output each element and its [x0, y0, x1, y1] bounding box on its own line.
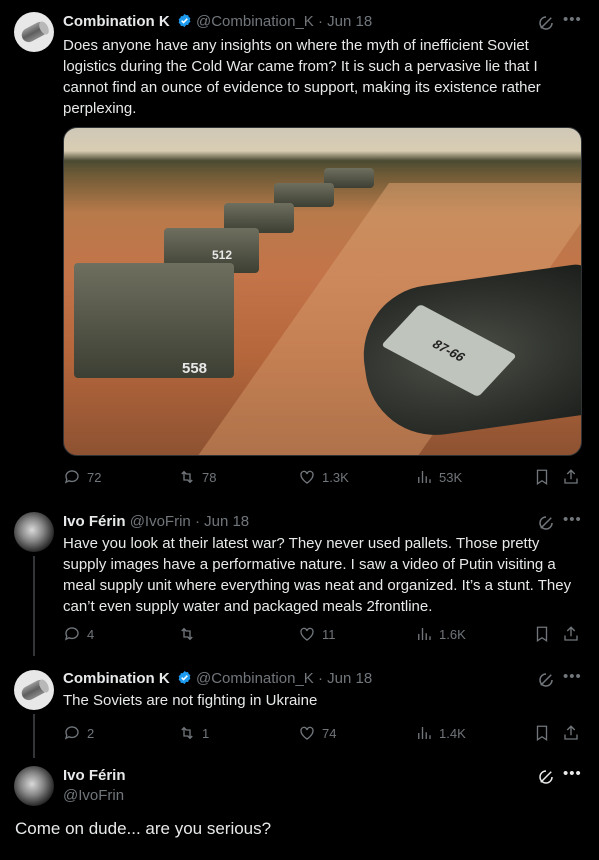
- tweet-text: The Soviets are not fighting in Ukraine: [63, 692, 318, 709]
- author-name[interactable]: Combination K: [63, 670, 170, 687]
- author-handle[interactable]: @IvoFrin: [63, 786, 126, 806]
- bookmark-icon[interactable]: [533, 724, 551, 742]
- action-bar: 72 78 1.3K 53K: [63, 468, 583, 488]
- view-count: 53K: [439, 469, 463, 485]
- reply-icon: [64, 726, 79, 740]
- grok-icon[interactable]: [537, 671, 555, 689]
- grok-icon[interactable]: [537, 514, 555, 532]
- repost-icon: [181, 470, 193, 484]
- more-icon[interactable]: •••: [563, 11, 582, 28]
- repost-icon: [181, 726, 193, 740]
- like-button[interactable]: 11: [298, 625, 336, 643]
- tweet-photo[interactable]: 512 558 87-66: [63, 127, 582, 456]
- reply-button[interactable]: 72: [63, 468, 101, 486]
- reply-button[interactable]: 4: [63, 625, 94, 643]
- tweet-header: Combination K @Combination_K · Jun 18: [63, 12, 372, 32]
- tweet-date[interactable]: Jun 18: [327, 13, 372, 30]
- views-button[interactable]: 1.4K: [415, 724, 466, 742]
- tweet-header: Combination K @Combination_K · Jun 18: [63, 669, 372, 689]
- views-button[interactable]: 53K: [415, 468, 462, 486]
- author-handle[interactable]: @IvoFrin: [130, 513, 191, 530]
- reply-count: 2: [87, 725, 95, 741]
- views-button[interactable]: 1.6K: [415, 625, 466, 643]
- repost-button[interactable]: 1: [178, 724, 209, 742]
- reply-count: 72: [87, 469, 102, 485]
- reply-text: Come on dude... are you serious?: [15, 819, 272, 838]
- author-name[interactable]: Ivo Férin: [63, 513, 126, 530]
- repost-icon: [181, 627, 193, 641]
- avatar[interactable]: [14, 512, 54, 552]
- repost-button[interactable]: 78: [178, 468, 216, 486]
- apc-number: 512: [212, 248, 233, 262]
- grok-icon[interactable]: [537, 768, 555, 786]
- view-count: 1.6K: [439, 626, 466, 642]
- view-count: 1.4K: [439, 725, 466, 741]
- author-block: Ivo Férin @IvoFrin: [63, 766, 126, 806]
- separator: ·: [317, 13, 323, 30]
- avatar[interactable]: [14, 670, 54, 710]
- heart-icon: [300, 470, 314, 484]
- like-count: 74: [322, 725, 337, 741]
- share-icon[interactable]: [562, 724, 580, 742]
- reply-button[interactable]: 2: [63, 724, 94, 742]
- reply-icon: [64, 470, 79, 484]
- tweet-date[interactable]: Jun 18: [327, 670, 372, 687]
- author-name[interactable]: Combination K: [63, 13, 170, 30]
- reply-icon: [64, 627, 79, 641]
- avatar[interactable]: [14, 12, 54, 52]
- tweet-text: Have you look at their latest war? They …: [63, 535, 572, 615]
- more-icon[interactable]: •••: [563, 765, 582, 782]
- author-handle[interactable]: @Combination_K: [196, 670, 314, 687]
- share-icon[interactable]: [562, 468, 580, 486]
- like-count: 11: [322, 626, 336, 642]
- like-button[interactable]: 74: [298, 724, 336, 742]
- share-icon[interactable]: [562, 625, 580, 643]
- more-icon[interactable]: •••: [563, 668, 582, 685]
- action-bar: 2 1 74 1.4K: [63, 724, 583, 744]
- separator: ·: [194, 513, 200, 530]
- thread-line: [33, 714, 35, 758]
- views-icon: [418, 727, 431, 739]
- tweet-date[interactable]: Jun 18: [204, 513, 249, 530]
- repost-count: 78: [202, 469, 217, 485]
- more-icon[interactable]: •••: [563, 511, 582, 528]
- views-icon: [418, 471, 431, 483]
- apc-number: 558: [182, 360, 208, 377]
- heart-icon: [300, 627, 314, 641]
- photo-apc: [74, 263, 234, 378]
- author-name[interactable]: Ivo Férin: [63, 766, 126, 786]
- views-icon: [418, 628, 431, 640]
- heart-icon: [300, 726, 314, 740]
- bookmark-icon[interactable]: [533, 625, 551, 643]
- author-handle[interactable]: @Combination_K: [196, 13, 314, 30]
- action-bar: 4 11 1.6K: [63, 625, 583, 645]
- tweet-text: Does anyone have any insights on where t…: [63, 37, 541, 117]
- repost-count: 1: [202, 725, 210, 741]
- tweet-header: Ivo Férin @IvoFrin · Jun 18: [63, 512, 249, 532]
- repost-button[interactable]: [178, 625, 202, 643]
- avatar[interactable]: [14, 766, 54, 806]
- reply-count: 4: [87, 626, 95, 642]
- like-count: 1.3K: [322, 469, 349, 485]
- like-button[interactable]: 1.3K: [298, 468, 349, 486]
- verified-badge-icon: [178, 13, 191, 28]
- grok-icon[interactable]: [537, 14, 555, 32]
- separator: ·: [317, 670, 323, 687]
- thread-line: [33, 556, 35, 656]
- plate-number: 87-66: [429, 337, 469, 364]
- bookmark-icon[interactable]: [533, 468, 551, 486]
- verified-badge-icon: [178, 670, 191, 685]
